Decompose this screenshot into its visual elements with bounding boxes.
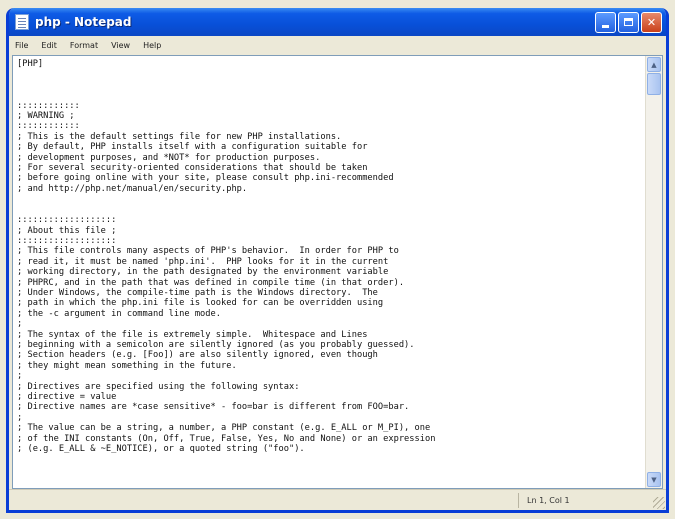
notepad-window: php - Notepad ✕ File Edit Format View He… bbox=[6, 8, 669, 513]
maximize-icon bbox=[624, 18, 633, 26]
menu-file[interactable]: File bbox=[13, 40, 30, 51]
menu-bar: File Edit Format View Help bbox=[9, 36, 666, 54]
menu-view[interactable]: View bbox=[109, 40, 132, 51]
scroll-up-button[interactable]: ▲ bbox=[647, 57, 661, 72]
resize-grip-icon[interactable] bbox=[653, 497, 665, 509]
close-button[interactable]: ✕ bbox=[641, 11, 662, 33]
scroll-up-arrow-icon: ▲ bbox=[651, 60, 657, 69]
menu-format[interactable]: Format bbox=[68, 40, 100, 51]
scrollbar-thumb[interactable] bbox=[647, 73, 661, 95]
scroll-down-arrow-icon: ▼ bbox=[651, 475, 657, 484]
maximize-button[interactable] bbox=[618, 11, 639, 33]
menu-edit[interactable]: Edit bbox=[39, 40, 59, 51]
scroll-down-button[interactable]: ▼ bbox=[647, 472, 661, 487]
notepad-icon[interactable] bbox=[15, 14, 29, 30]
status-bar: Ln 1, Col 1 bbox=[9, 489, 666, 510]
menu-help[interactable]: Help bbox=[141, 40, 163, 51]
text-editor[interactable]: [PHP] :::::::::::: ; WARNING ; :::::::::… bbox=[12, 55, 663, 489]
minimize-icon bbox=[602, 24, 609, 28]
title-bar[interactable]: php - Notepad ✕ bbox=[9, 8, 666, 36]
vertical-scrollbar[interactable]: ▲ ▼ bbox=[645, 56, 662, 488]
minimize-button[interactable] bbox=[595, 11, 616, 33]
close-icon: ✕ bbox=[646, 15, 657, 29]
document-text[interactable]: [PHP] :::::::::::: ; WARNING ; :::::::::… bbox=[13, 56, 646, 488]
cursor-position: Ln 1, Col 1 bbox=[518, 492, 648, 508]
window-title: php - Notepad bbox=[35, 15, 132, 29]
